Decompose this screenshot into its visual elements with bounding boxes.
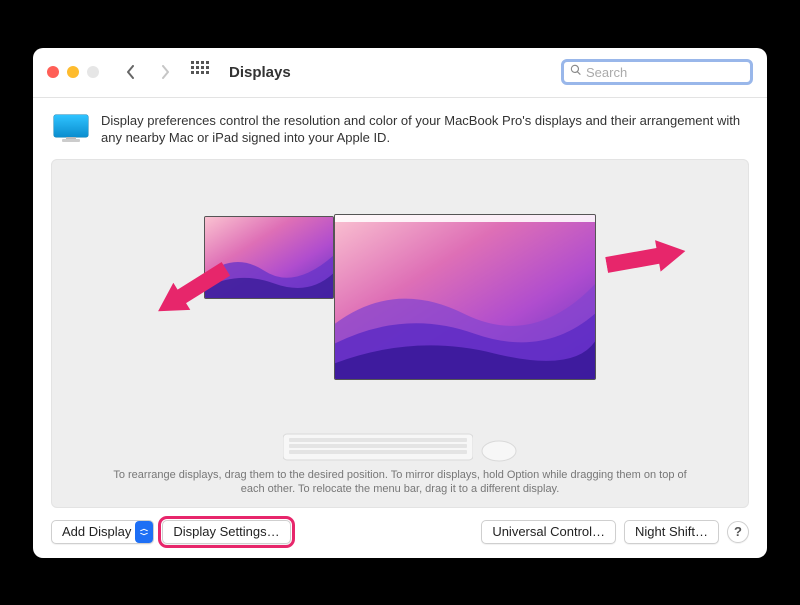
- display-settings-button[interactable]: Display Settings…: [162, 520, 290, 544]
- chevron-down-icon: [135, 521, 153, 543]
- search-icon: [570, 63, 582, 81]
- universal-control-button[interactable]: Universal Control…: [481, 520, 616, 544]
- back-button[interactable]: [119, 60, 143, 84]
- night-shift-label: Night Shift…: [635, 524, 708, 539]
- intro-text: Display preferences control the resoluti…: [101, 112, 747, 149]
- window-traffic-lights: [47, 66, 99, 78]
- display-icon: [53, 112, 89, 149]
- help-button[interactable]: ?: [727, 521, 749, 543]
- help-label: ?: [734, 524, 742, 539]
- window-title: Displays: [229, 64, 291, 81]
- display-settings-label: Display Settings…: [173, 524, 279, 539]
- annotation-arrow-right: [606, 242, 686, 279]
- intro-row: Display preferences control the resoluti…: [51, 112, 749, 159]
- window-titlebar: Displays: [33, 48, 767, 98]
- footer-toolbar: Add Display Display Settings… Universal …: [51, 508, 749, 544]
- arrangement-hint-text: To rearrange displays, drag them to the …: [52, 462, 748, 507]
- arrangement-canvas[interactable]: [52, 160, 748, 426]
- show-all-preferences-button[interactable]: [191, 61, 213, 83]
- mouse-icon: [481, 440, 517, 462]
- menubar-indicator[interactable]: [335, 215, 595, 222]
- primary-display-thumbnail[interactable]: [334, 214, 596, 380]
- window-body: Display preferences control the resoluti…: [33, 98, 767, 558]
- add-display-label: Add Display: [62, 524, 131, 539]
- forward-button[interactable]: [153, 60, 177, 84]
- annotation-arrow-left: [152, 274, 232, 311]
- add-display-dropdown[interactable]: Add Display: [51, 520, 154, 544]
- keyboard-icon: [283, 432, 473, 462]
- minimize-window-button[interactable]: [67, 66, 79, 78]
- zoom-window-button[interactable]: [87, 66, 99, 78]
- search-field[interactable]: [561, 59, 753, 85]
- universal-control-label: Universal Control…: [492, 524, 605, 539]
- close-window-button[interactable]: [47, 66, 59, 78]
- night-shift-button[interactable]: Night Shift…: [624, 520, 719, 544]
- search-input[interactable]: [586, 65, 744, 80]
- displays-preferences-window: Displays Display preferences control the…: [33, 48, 767, 558]
- peripherals-illustration: [52, 426, 748, 462]
- display-arrangement-area: To rearrange displays, drag them to the …: [51, 159, 749, 508]
